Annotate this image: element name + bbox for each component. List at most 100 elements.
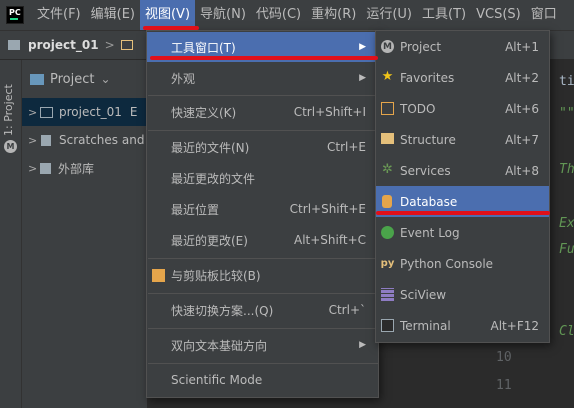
project-icon: M [381,40,394,53]
submenu-item-services[interactable]: ✲ Services Alt+8 [376,155,549,186]
menu-item-recent-changes[interactable]: 最近的更改(E) Alt+Shift+C [147,225,378,255]
folder-icon [40,106,53,118]
line-number: 10 [496,350,512,365]
line-number: 11 [496,378,512,393]
structure-tab-icon[interactable]: M [4,140,17,153]
folder-outline-icon[interactable] [120,40,133,50]
submenu-item-shortcut: Alt+6 [505,101,539,116]
menu-item-shortcut: Ctrl+` [328,303,366,317]
submenu-item-sciview[interactable]: SciView [376,279,549,310]
project-folder-icon [30,73,44,85]
menu-separator [148,328,379,329]
menu-item-recent-locations[interactable]: 最近位置 Ctrl+Shift+E [147,194,378,224]
services-icon: ✲ [382,162,393,177]
menu-tools[interactable]: 工具(T) [417,0,471,30]
menu-item-label: 最近的更改(E) [171,233,248,248]
tree-item-project[interactable]: > project_01 E [22,98,147,126]
annotation-underline [143,26,199,30]
menu-separator [148,363,379,364]
menu-item-recently-changed-files[interactable]: 最近更改的文件 [147,163,378,193]
menu-separator [148,95,379,96]
submenu-item-structure[interactable]: Structure Alt+7 [376,124,549,155]
menu-item-label: 最近位置 [171,202,220,217]
menu-item-label: 最近更改的文件 [171,171,256,186]
submenu-item-shortcut: Alt+7 [505,132,539,147]
menu-item-shortcut: Ctrl+E [327,140,366,154]
project-panel-header[interactable]: Project ⌄ [22,60,147,98]
menu-item-scientific-mode[interactable]: Scientific Mode [147,365,378,395]
menu-item-bidi-text-direction[interactable]: 双向文本基础方向 ▶ [147,330,378,360]
star-icon: ★ [381,69,394,84]
menu-item-quick-definition[interactable]: 快速定义(K) Ctrl+Shift+I [147,97,378,127]
breadcrumb-project[interactable]: project_01 [28,38,99,52]
submenu-arrow-icon: ▶ [359,340,366,350]
submenu-arrow-icon: ▶ [359,73,366,83]
submenu-item-shortcut: Alt+8 [505,163,539,178]
menu-navigate[interactable]: 导航(N) [195,0,251,30]
editor-fragment: "" [559,106,574,121]
submenu-arrow-icon: ▶ [359,42,366,52]
submenu-item-todo[interactable]: TODO Alt+6 [376,93,549,124]
submenu-item-label: Project [400,39,442,54]
submenu-item-favorites[interactable]: ★ Favorites Alt+2 [376,62,549,93]
menu-item-recent-files[interactable]: 最近的文件(N) Ctrl+E [147,132,378,162]
annotation-underline [150,56,378,60]
menu-code[interactable]: 代码(C) [251,0,306,30]
chevron-down-icon[interactable]: ⌄ [100,72,110,86]
menu-item-label: 与剪贴板比较(B) [171,268,261,283]
menu-separator [148,293,379,294]
project-tab-label: 1: Project [2,84,15,136]
menu-item-label: Scientific Mode [171,373,263,387]
menu-refactor[interactable]: 重构(R) [306,0,361,30]
menu-item-label: 快速切换方案...(Q) [171,303,274,318]
menubar: PC 文件(F) 编辑(E) 视图(V) 导航(N) 代码(C) 重构(R) 运… [0,0,574,30]
submenu-item-label: Terminal [400,318,451,333]
submenu-item-project[interactable]: M Project Alt+1 [376,31,549,62]
menu-edit[interactable]: 编辑(E) [86,0,140,30]
expand-arrow-icon[interactable]: > [28,134,40,147]
expand-arrow-icon[interactable]: > [28,162,40,175]
submenu-item-label: Structure [400,132,456,147]
submenu-item-label: TODO [400,101,436,116]
left-tool-stripe: 1: Project M [0,60,22,408]
menu-item-label: 快速定义(K) [171,105,237,120]
menu-item-compare-clipboard[interactable]: 与剪贴板比较(B) [147,260,378,290]
submenu-item-python-console[interactable]: py Python Console [376,248,549,279]
menu-item-shortcut: Ctrl+Shift+I [293,105,366,119]
expand-arrow-icon[interactable]: > [28,106,40,119]
menu-item-quick-switch-scheme[interactable]: 快速切换方案...(Q) Ctrl+` [147,295,378,325]
editor-fragment: Th [559,162,574,177]
sciview-icon [381,288,394,301]
tree-item-label: project_01 [59,105,122,119]
tree-item-trailing: E [129,105,138,119]
breadcrumb-separator: > [104,38,115,52]
tree-item-external-libraries[interactable]: > 外部库 [22,154,147,182]
submenu-item-label: Database [400,194,458,209]
menu-vcs[interactable]: VCS(S) [471,0,526,30]
tree-item-scratches[interactable]: > Scratches and [22,126,147,154]
tree-item-label: 外部库 [58,161,95,176]
project-panel: Project ⌄ > project_01 E > Scratches and… [22,60,147,408]
menu-item-label: 外观 [171,71,196,86]
submenu-item-label: SciView [400,287,447,302]
annotation-underline [376,211,550,215]
view-menu-dropdown: 工具窗口(T) ▶ 外观 ▶ 快速定义(K) Ctrl+Shift+I 最近的文… [146,30,379,398]
structure-icon [381,133,394,144]
pycharm-logo-icon: PC [6,6,24,24]
menu-item-appearance[interactable]: 外观 ▶ [147,63,378,93]
menu-item-shortcut: Ctrl+Shift+E [289,202,366,216]
tree-item-label: Scratches and [59,133,145,147]
submenu-item-label: Services [400,163,451,178]
menu-window[interactable]: 窗口 [526,0,562,30]
scratches-icon [41,134,51,146]
folder-icon [8,40,20,50]
menu-run[interactable]: 运行(U) [361,0,417,30]
menu-item-label: 工具窗口(T) [171,40,236,55]
submenu-item-shortcut: Alt+1 [505,39,539,54]
submenu-item-terminal[interactable]: Terminal Alt+F12 [376,310,549,341]
menu-item-shortcut: Alt+Shift+C [293,233,366,247]
menu-separator [148,258,379,259]
submenu-item-event-log[interactable]: Event Log [376,217,549,248]
menu-file[interactable]: 文件(F) [32,0,86,30]
menu-item-label: 双向文本基础方向 [171,338,268,353]
